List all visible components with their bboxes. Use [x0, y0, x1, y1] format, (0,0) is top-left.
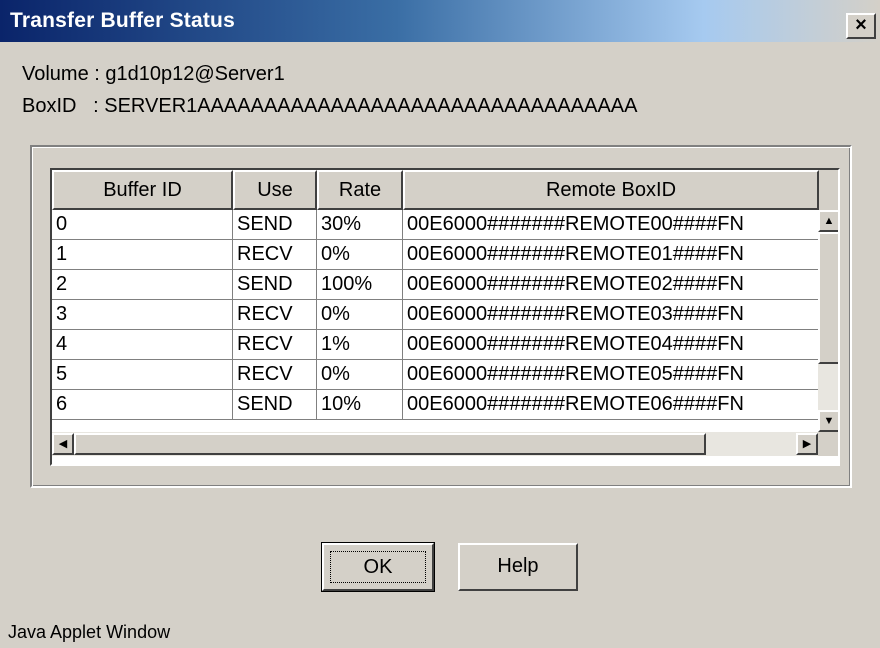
cell-remote-boxid: 00E6000#######REMOTE06####FN [403, 390, 819, 420]
table-row[interactable]: 1 RECV 0% 00E6000#######REMOTE01####FN [52, 240, 819, 270]
cell-rate: 1% [317, 330, 403, 360]
table-header: Buffer ID Use Rate Remote BoxID [52, 170, 838, 210]
cell-buffer-id: 0 [52, 210, 233, 240]
cell-remote-boxid: 00E6000#######REMOTE01####FN [403, 240, 819, 270]
cell-rate: 0% [317, 300, 403, 330]
cell-use: RECV [233, 330, 317, 360]
column-header-buffer-id[interactable]: Buffer ID [52, 170, 233, 210]
table-row[interactable]: 5 RECV 0% 00E6000#######REMOTE05####FN [52, 360, 819, 390]
title-bar: Transfer Buffer Status × [0, 0, 880, 42]
ok-button-label: OK [330, 551, 426, 583]
horizontal-scroll-thumb[interactable] [74, 433, 706, 455]
cell-use: SEND [233, 210, 317, 240]
cell-remote-boxid: 00E6000#######REMOTE02####FN [403, 270, 819, 300]
cell-rate: 10% [317, 390, 403, 420]
volume-label: Volume : g1d10p12@Server1 [22, 63, 285, 85]
cell-use: RECV [233, 360, 317, 390]
arrow-down-icon: ▼ [823, 415, 835, 427]
cell-rate: 0% [317, 240, 403, 270]
arrow-right-icon: ▶ [802, 438, 812, 450]
cell-buffer-id: 4 [52, 330, 233, 360]
cell-buffer-id: 6 [52, 390, 233, 420]
cell-rate: 30% [317, 210, 403, 240]
cell-buffer-id: 1 [52, 240, 233, 270]
horizontal-scrollbar[interactable]: ◀ ▶ [52, 432, 818, 456]
cell-use: SEND [233, 270, 317, 300]
help-button[interactable]: Help [458, 543, 578, 591]
table-row[interactable]: 0 SEND 30% 00E6000#######REMOTE00####FN [52, 210, 819, 240]
column-header-remote-boxid[interactable]: Remote BoxID [403, 170, 819, 210]
cell-remote-boxid: 00E6000#######REMOTE05####FN [403, 360, 819, 390]
column-header-rate[interactable]: Rate [317, 170, 403, 210]
cell-remote-boxid: 00E6000#######REMOTE04####FN [403, 330, 819, 360]
scroll-up-button[interactable]: ▲ [818, 210, 838, 232]
cell-use: RECV [233, 240, 317, 270]
arrow-up-icon: ▲ [823, 215, 835, 227]
ok-button[interactable]: OK [321, 542, 435, 592]
window-title: Transfer Buffer Status [10, 9, 235, 32]
vertical-scroll-thumb[interactable] [818, 232, 838, 364]
table-row[interactable]: 6 SEND 10% 00E6000#######REMOTE06####FN [52, 390, 819, 420]
applet-window-notice: Java Applet Window [8, 622, 171, 642]
scroll-down-button[interactable]: ▼ [818, 410, 838, 432]
cell-use: RECV [233, 300, 317, 330]
scroll-right-button[interactable]: ▶ [796, 433, 818, 455]
table-row[interactable]: 3 RECV 0% 00E6000#######REMOTE03####FN [52, 300, 819, 330]
boxid-label: BoxID : SERVER1AAAAAAAAAAAAAAAAAAAAAAAAA… [22, 95, 638, 117]
close-icon: × [855, 14, 867, 36]
table-row[interactable]: 2 SEND 100% 00E6000#######REMOTE02####FN [52, 270, 819, 300]
table-row[interactable]: 4 RECV 1% 00E6000#######REMOTE04####FN [52, 330, 819, 360]
cell-remote-boxid: 00E6000#######REMOTE03####FN [403, 300, 819, 330]
cell-remote-boxid: 00E6000#######REMOTE00####FN [403, 210, 819, 240]
scrollbar-corner [818, 432, 838, 456]
cell-use: SEND [233, 390, 317, 420]
vertical-scrollbar[interactable]: ▲ ▼ [818, 210, 838, 432]
scroll-left-button[interactable]: ◀ [52, 433, 74, 455]
cell-buffer-id: 5 [52, 360, 233, 390]
close-button[interactable]: × [846, 13, 876, 39]
cell-buffer-id: 3 [52, 300, 233, 330]
arrow-left-icon: ◀ [58, 438, 68, 450]
cell-rate: 100% [317, 270, 403, 300]
column-header-use[interactable]: Use [233, 170, 317, 210]
cell-rate: 0% [317, 360, 403, 390]
buffer-table: Buffer ID Use Rate Remote BoxID 0 SEND 30%… [50, 168, 840, 466]
cell-buffer-id: 2 [52, 270, 233, 300]
